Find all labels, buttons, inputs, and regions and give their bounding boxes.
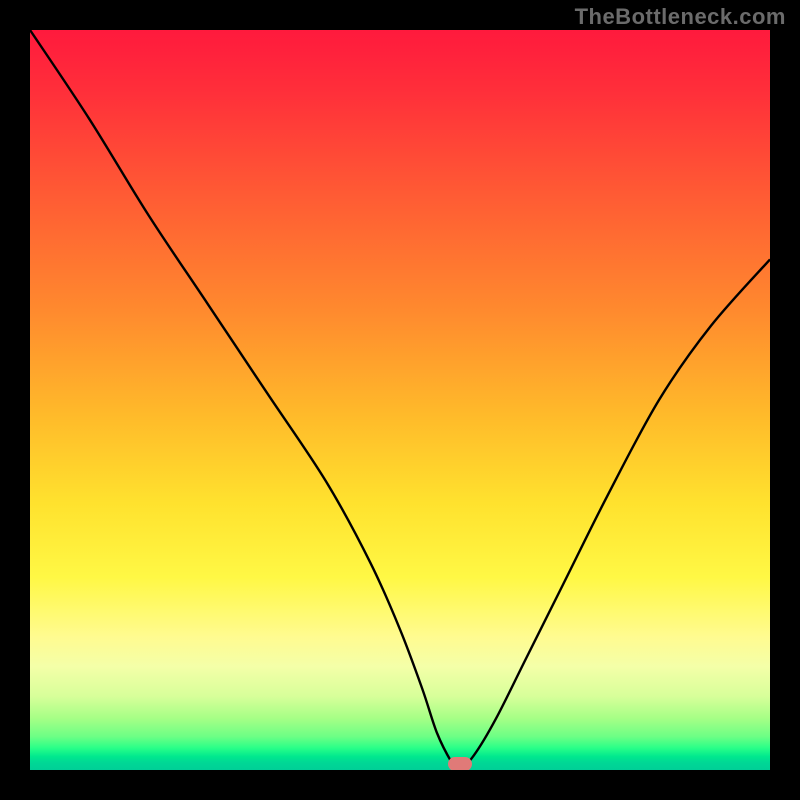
watermark-text: TheBottleneck.com	[575, 4, 786, 30]
chart-container: TheBottleneck.com	[0, 0, 800, 800]
bottleneck-curve	[30, 30, 770, 770]
optimal-point-marker	[448, 757, 472, 770]
curve-path	[30, 30, 770, 770]
plot-area	[30, 30, 770, 770]
